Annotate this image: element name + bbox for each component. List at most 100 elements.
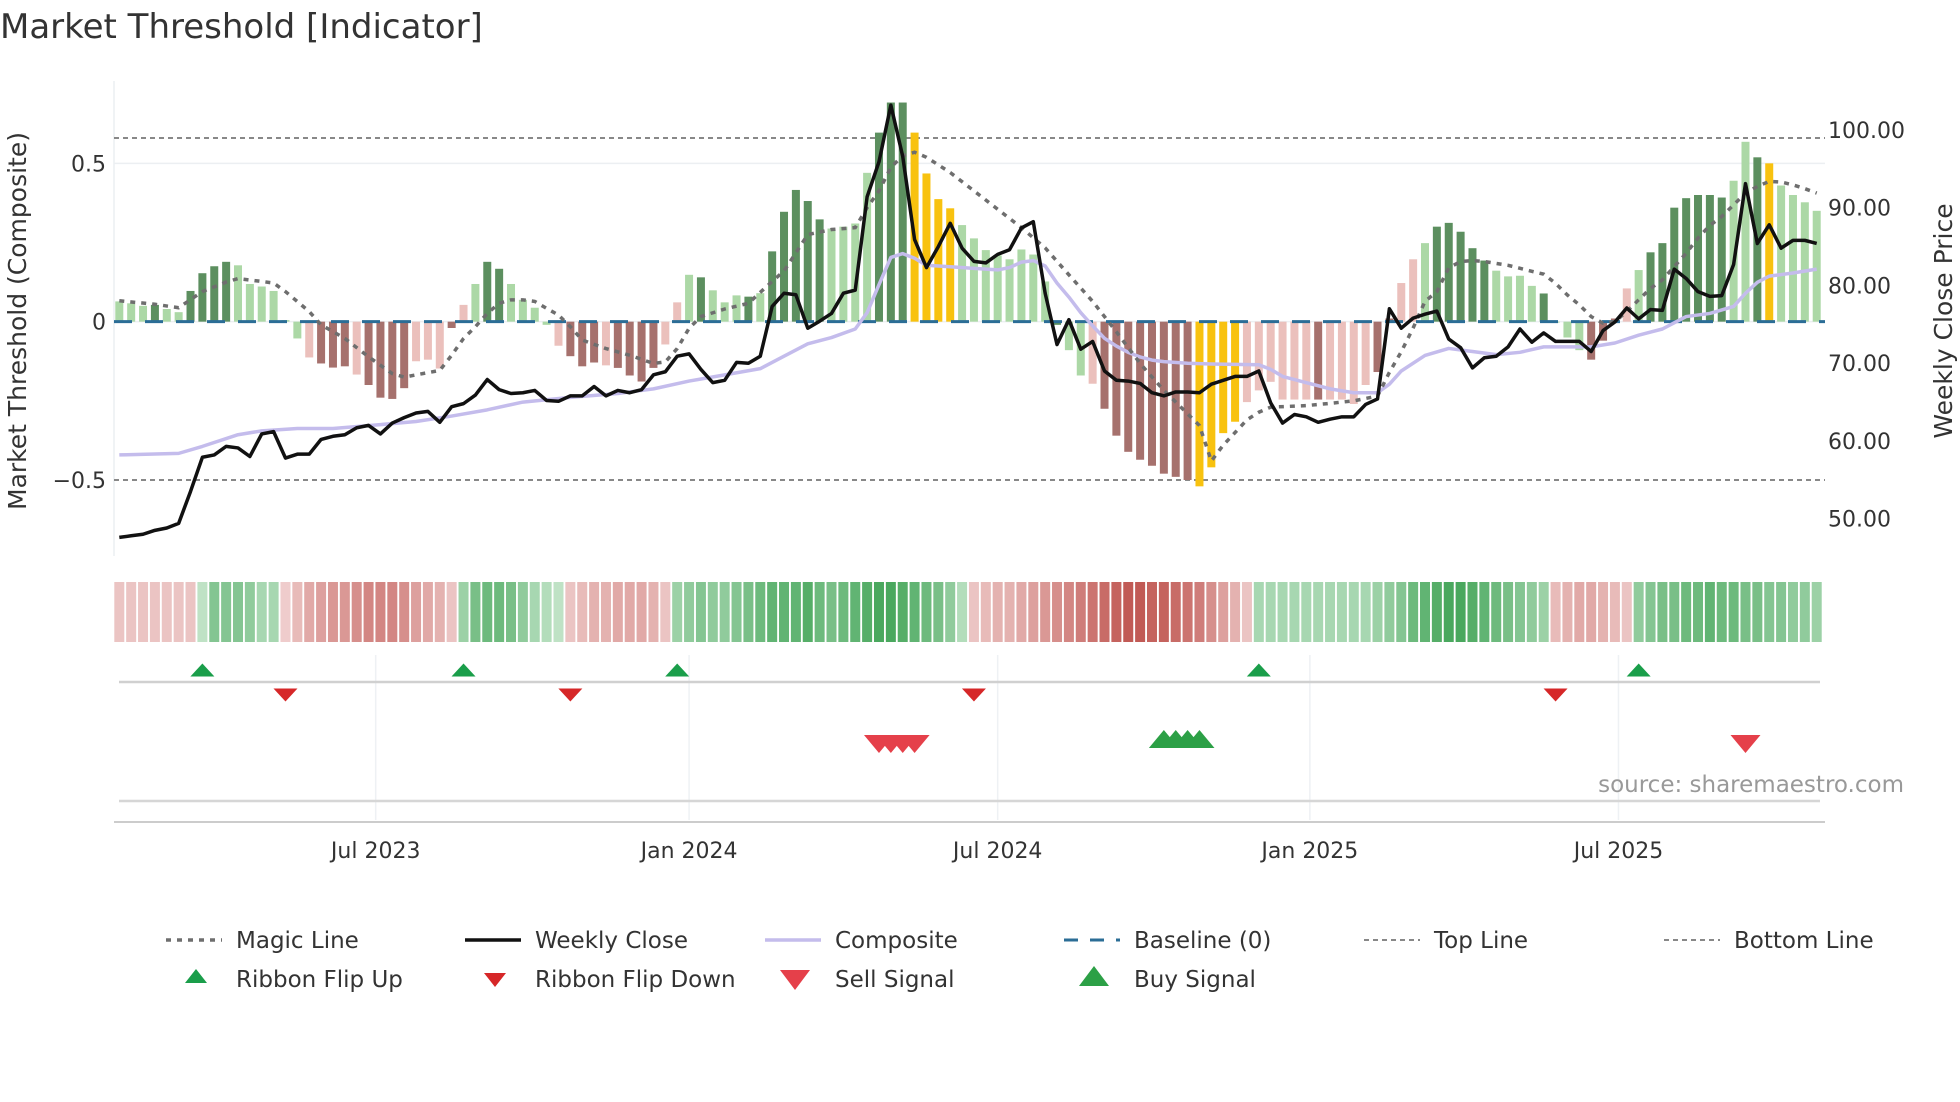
ribbon-cell bbox=[1253, 582, 1264, 642]
composite-bar bbox=[162, 309, 171, 322]
ribbon-cell bbox=[1123, 582, 1134, 642]
ribbon-flip-up-marker bbox=[1246, 663, 1271, 677]
composite-bar bbox=[613, 321, 622, 368]
composite-bar bbox=[269, 290, 278, 322]
ribbon-cell bbox=[1420, 582, 1430, 642]
ribbon-cell bbox=[885, 582, 896, 642]
ribbon-cell bbox=[850, 582, 861, 642]
ribbon-cell bbox=[719, 582, 730, 642]
legend-sell-label: Sell Signal bbox=[835, 967, 955, 993]
ribbon-cell bbox=[921, 582, 932, 642]
ribbon-cell bbox=[517, 582, 528, 642]
composite-bar bbox=[400, 321, 409, 389]
legend-magic-label: Magic Line bbox=[236, 928, 359, 954]
ribbon-cell bbox=[1360, 582, 1371, 642]
ribbon-cell bbox=[636, 582, 647, 642]
gridlines bbox=[113, 81, 1825, 556]
ribbon-cell bbox=[411, 582, 422, 642]
ribbon-cell bbox=[482, 582, 493, 642]
ribbon-cell bbox=[1384, 582, 1395, 642]
composite-bar bbox=[898, 102, 907, 322]
ribbon-cell bbox=[1503, 582, 1514, 642]
ribbon-cell bbox=[197, 582, 208, 642]
x-tick-label: Jul 2024 bbox=[951, 839, 1043, 864]
composite-bar bbox=[1029, 254, 1038, 322]
ribbon-cell bbox=[1336, 582, 1347, 642]
ribbon-cell bbox=[494, 582, 505, 642]
composite-bar bbox=[578, 321, 587, 367]
ribbon-cell bbox=[1491, 582, 1502, 642]
composite-bar bbox=[1504, 276, 1513, 322]
ribbon-cell bbox=[1479, 582, 1490, 642]
legend-buy-icon bbox=[1079, 966, 1109, 986]
ribbon-cell bbox=[126, 582, 137, 642]
ribbon-cell bbox=[565, 582, 576, 642]
ribbon-cell bbox=[506, 582, 517, 642]
ribbon-cell bbox=[327, 582, 338, 642]
ribbon-cell bbox=[1265, 582, 1276, 642]
ribbon-cell bbox=[458, 582, 469, 642]
composite-bar bbox=[1563, 321, 1572, 338]
ribbon-cell bbox=[304, 582, 315, 642]
ribbon-cell bbox=[707, 582, 718, 642]
composite-bar bbox=[388, 321, 397, 399]
ribbon-cell bbox=[1004, 582, 1015, 642]
ribbon-cell bbox=[1431, 582, 1442, 642]
composite-bar bbox=[245, 283, 254, 322]
ribbon-cell bbox=[1099, 582, 1110, 642]
ribbon-cell bbox=[589, 582, 600, 642]
ribbon-flip-down-marker bbox=[1543, 688, 1568, 702]
composite-bar bbox=[1788, 195, 1797, 322]
y2-tick-label: 50.00 bbox=[1828, 508, 1891, 533]
x-tick-label: Jul 2023 bbox=[329, 839, 421, 864]
composite-bar bbox=[1587, 321, 1596, 360]
ribbon-cell bbox=[873, 582, 884, 642]
ribbon-cell bbox=[624, 582, 635, 642]
y2-tick-label: 60.00 bbox=[1828, 430, 1891, 455]
composite-bar bbox=[685, 274, 694, 322]
composite-bar bbox=[412, 321, 421, 362]
composite-bar bbox=[934, 199, 943, 322]
ribbon-cell bbox=[909, 582, 920, 642]
ribbon-cell bbox=[1728, 582, 1739, 642]
ribbon-cell bbox=[577, 582, 588, 642]
ribbon-cell bbox=[1040, 582, 1051, 642]
ribbon-cell bbox=[268, 582, 279, 642]
composite-bar bbox=[1195, 321, 1204, 487]
legend-composite-label: Composite bbox=[835, 928, 958, 954]
ribbon-cell bbox=[470, 582, 481, 642]
ribbon-cell bbox=[1550, 582, 1561, 642]
ribbon-flip-up-marker bbox=[665, 663, 690, 677]
ribbon-cell bbox=[375, 582, 386, 642]
composite-bar bbox=[234, 265, 242, 322]
ribbon-cell bbox=[1230, 582, 1241, 642]
legend-bottomline-label: Bottom Line bbox=[1734, 928, 1874, 954]
legend-flipdown-icon bbox=[484, 973, 506, 987]
ribbon-cell bbox=[1052, 582, 1063, 642]
ribbon-cell bbox=[957, 582, 968, 642]
ribbon-cell bbox=[612, 582, 623, 642]
ribbon-cell bbox=[138, 582, 149, 642]
ribbon-cell bbox=[980, 582, 991, 642]
legend-sell-icon bbox=[780, 970, 810, 990]
ribbon-flip-down-marker bbox=[558, 688, 583, 702]
ribbon-strip bbox=[114, 582, 1822, 642]
composite-bar bbox=[1136, 321, 1145, 460]
ribbon-cell bbox=[244, 582, 255, 642]
composite-bar bbox=[1159, 321, 1168, 474]
composite-bar bbox=[222, 261, 231, 322]
composite-bar bbox=[756, 293, 765, 322]
composite-bar bbox=[720, 302, 729, 322]
composite-bar bbox=[293, 321, 302, 339]
y2-tick-label: 90.00 bbox=[1828, 197, 1891, 222]
ribbon-cell bbox=[316, 582, 327, 642]
market-threshold-chart: Market Threshold [Indicator] Market Thre… bbox=[0, 7, 1958, 993]
composite-bar bbox=[1278, 321, 1287, 400]
ribbon-cell bbox=[1645, 582, 1656, 642]
composite-bar bbox=[518, 299, 527, 322]
y-tick-label: 0 bbox=[92, 311, 106, 336]
composite-bar bbox=[115, 301, 124, 322]
ribbon-cell bbox=[434, 582, 445, 642]
composite-bar bbox=[423, 321, 432, 360]
composite-bar bbox=[495, 268, 504, 322]
